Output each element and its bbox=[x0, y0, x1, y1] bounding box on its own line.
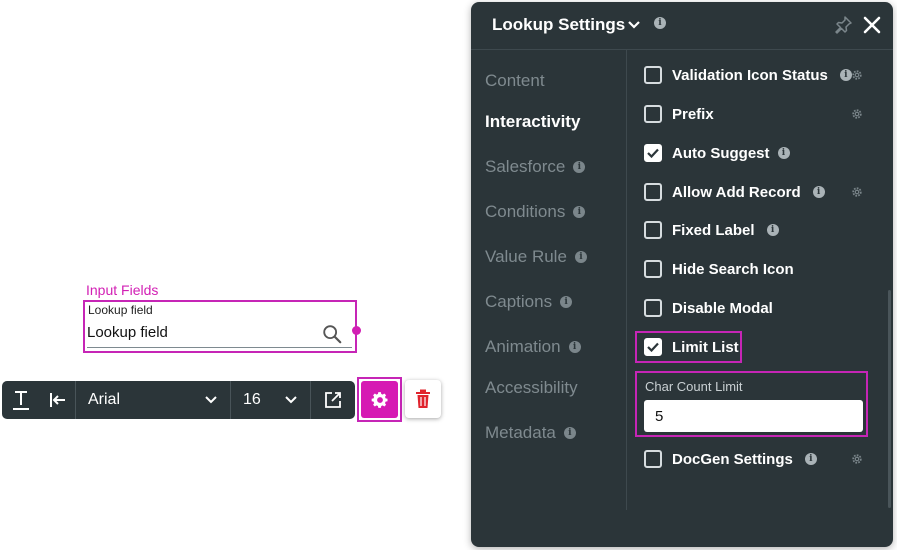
nav-item-value-rule[interactable]: Value Rule i bbox=[485, 247, 587, 267]
nav-item-accessibility[interactable]: Accessibility bbox=[485, 378, 578, 398]
check-icon bbox=[647, 342, 659, 352]
checkbox[interactable] bbox=[644, 450, 662, 468]
option-docgen-settings[interactable]: DocGen Settings i bbox=[644, 448, 817, 470]
resize-handle[interactable] bbox=[352, 326, 361, 335]
info-icon[interactable]: i bbox=[812, 186, 825, 198]
info-icon[interactable]: i bbox=[654, 17, 666, 29]
info-icon[interactable]: i bbox=[777, 147, 790, 159]
font-family-value: Arial bbox=[88, 391, 121, 408]
chevron-down-icon bbox=[285, 396, 297, 404]
panel-title[interactable]: Lookup Settings bbox=[492, 15, 625, 35]
settings-nav: Content Interactivity Salesforce i Condit… bbox=[471, 50, 627, 510]
info-icon[interactable]: i bbox=[766, 224, 779, 236]
field-underline bbox=[87, 347, 352, 348]
option-disable-modal[interactable]: Disable Modal bbox=[644, 297, 773, 319]
gear-icon bbox=[371, 391, 387, 408]
info-icon[interactable]: i bbox=[560, 296, 573, 308]
nav-item-content[interactable]: Content bbox=[485, 71, 545, 91]
nav-item-conditions[interactable]: Conditions i bbox=[485, 202, 586, 222]
nav-item-salesforce[interactable]: Salesforce i bbox=[485, 157, 586, 177]
checkbox-checked[interactable] bbox=[644, 144, 662, 162]
checkbox[interactable] bbox=[644, 183, 662, 201]
font-size-select[interactable]: 16 bbox=[231, 381, 311, 419]
char-count-limit-group: Char Count Limit 5 bbox=[635, 371, 868, 437]
delete-button[interactable] bbox=[405, 380, 441, 418]
char-count-limit-input[interactable]: 5 bbox=[644, 400, 863, 432]
info-icon[interactable]: i bbox=[573, 206, 586, 218]
nav-item-captions[interactable]: Captions i bbox=[485, 292, 573, 312]
option-allow-add-record[interactable]: Allow Add Record i bbox=[644, 181, 825, 203]
info-icon[interactable]: i bbox=[568, 341, 581, 353]
external-link-icon bbox=[324, 392, 341, 408]
checkbox[interactable] bbox=[644, 66, 662, 84]
lookup-field-component[interactable]: Lookup field Lookup field bbox=[83, 300, 357, 353]
options-scrollbar[interactable] bbox=[888, 290, 891, 508]
lookup-settings-panel: Lookup Settings i Content Interactivity … bbox=[471, 2, 893, 547]
lookup-field-label: Lookup field bbox=[88, 303, 153, 317]
info-icon[interactable]: i bbox=[573, 161, 586, 173]
lookup-field-input[interactable]: Lookup field bbox=[87, 324, 168, 341]
checkbox[interactable] bbox=[644, 105, 662, 123]
gear-icon[interactable] bbox=[850, 107, 864, 121]
search-icon[interactable] bbox=[321, 323, 343, 345]
option-limit-list[interactable]: Limit List bbox=[644, 336, 739, 358]
option-fixed-label[interactable]: Fixed Label i bbox=[644, 219, 779, 241]
checkbox[interactable] bbox=[644, 260, 662, 278]
nav-item-animation[interactable]: Animation i bbox=[485, 337, 581, 357]
text-format-icon bbox=[13, 391, 29, 410]
pin-icon[interactable] bbox=[834, 16, 852, 34]
font-family-select[interactable]: Arial bbox=[76, 381, 231, 419]
chevron-down-icon bbox=[205, 396, 217, 404]
panel-header: Lookup Settings i bbox=[471, 2, 893, 50]
align-left-button[interactable] bbox=[40, 381, 76, 419]
check-icon bbox=[647, 148, 659, 158]
open-link-button[interactable] bbox=[311, 381, 354, 419]
checkbox[interactable] bbox=[644, 299, 662, 317]
nav-item-metadata[interactable]: Metadata i bbox=[485, 423, 576, 443]
info-icon[interactable]: i bbox=[574, 251, 587, 263]
option-prefix[interactable]: Prefix bbox=[644, 103, 714, 125]
nav-item-interactivity[interactable]: Interactivity bbox=[485, 112, 580, 132]
checkbox-checked[interactable] bbox=[644, 338, 662, 356]
component-group-label: Input Fields bbox=[86, 282, 159, 298]
settings-button[interactable] bbox=[357, 377, 402, 422]
font-size-value: 16 bbox=[243, 391, 261, 408]
gear-icon[interactable] bbox=[850, 68, 864, 82]
gear-icon[interactable] bbox=[850, 185, 864, 199]
close-icon[interactable] bbox=[862, 15, 882, 35]
text-style-button[interactable] bbox=[2, 381, 40, 419]
info-icon[interactable]: i bbox=[804, 453, 817, 465]
trash-icon bbox=[416, 389, 430, 408]
char-count-limit-label: Char Count Limit bbox=[645, 379, 743, 394]
option-validation-icon-status[interactable]: Validation Icon Status i bbox=[644, 64, 852, 86]
settings-button-fill bbox=[361, 381, 398, 418]
info-icon[interactable]: i bbox=[563, 427, 576, 439]
option-auto-suggest[interactable]: Auto Suggest i bbox=[644, 142, 790, 164]
option-hide-search-icon[interactable]: Hide Search Icon bbox=[644, 258, 794, 280]
align-left-icon bbox=[49, 393, 65, 407]
element-toolbar: Arial 16 bbox=[2, 381, 355, 419]
chevron-down-icon[interactable] bbox=[627, 20, 641, 30]
checkbox[interactable] bbox=[644, 221, 662, 239]
gear-icon[interactable] bbox=[850, 452, 864, 466]
